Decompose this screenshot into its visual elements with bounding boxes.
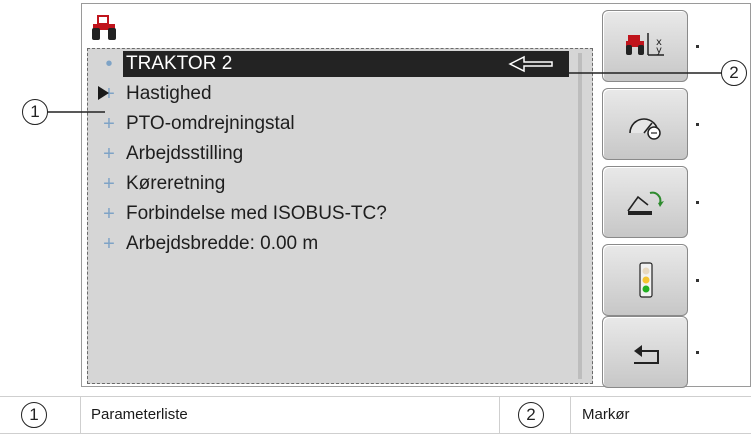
parameter-list: • TRAKTOR 2 + Hastighed + PTO-omdrejning… xyxy=(88,49,592,259)
list-item-arbejdsstilling[interactable]: + Arbejdsstilling xyxy=(88,139,592,169)
list-item-label: Køreretning xyxy=(126,173,226,194)
back-button[interactable] xyxy=(602,316,688,388)
legend-number: 2 xyxy=(518,402,544,428)
list-bullet: + xyxy=(103,143,115,165)
pto-icon xyxy=(627,191,664,215)
speedometer-icon xyxy=(629,118,661,140)
list-item-label: Hastighed xyxy=(126,83,212,104)
callout-1-line xyxy=(47,111,105,113)
legend-text: Markør xyxy=(582,406,630,423)
tractor-icon xyxy=(92,15,116,40)
legend-table: 1 Parameterliste 2 Markør xyxy=(0,396,751,434)
legend-number: 1 xyxy=(21,402,47,428)
traffic-light-button[interactable] xyxy=(602,244,688,316)
traffic-light-icon xyxy=(639,262,653,298)
svg-text:y: y xyxy=(656,45,662,56)
list-item-arbejdsbredde[interactable]: + Arbejdsbredde: 0.00 m xyxy=(88,229,592,259)
list-bullet: • xyxy=(105,53,113,75)
list-item-label: Arbejdsbredde: 0.00 m xyxy=(126,233,319,254)
list-bullet: + xyxy=(103,203,115,225)
list-bullet: + xyxy=(103,233,115,255)
list-item-hastighed[interactable]: + Hastighed xyxy=(88,79,592,109)
list-item-koereretning[interactable]: + Køreretning xyxy=(88,169,592,199)
terminal-screen: • TRAKTOR 2 + Hastighed + PTO-omdrejning… xyxy=(81,3,751,388)
legend-text: Parameterliste xyxy=(91,406,188,423)
cursor-arrow-icon xyxy=(508,55,553,73)
list-item-label: Arbejdsstilling xyxy=(126,143,244,164)
callout-2-line xyxy=(568,72,726,74)
list-item-label: Forbindelse med ISOBUS-TC? xyxy=(126,203,387,224)
list-item-label: PTO-omdrejningstal xyxy=(126,113,295,134)
callout-1: 1 xyxy=(22,99,48,125)
scrollbar[interactable] xyxy=(578,53,582,379)
speedometer-button[interactable] xyxy=(602,88,688,160)
tractor-xy-icon: x y xyxy=(626,33,664,56)
list-item-traktor[interactable]: • TRAKTOR 2 xyxy=(88,49,592,79)
back-icon xyxy=(634,345,659,364)
top-bar xyxy=(82,4,595,48)
parameter-list-panel: • TRAKTOR 2 + Hastighed + PTO-omdrejning… xyxy=(87,48,593,384)
list-item-isobus[interactable]: + Forbindelse med ISOBUS-TC? xyxy=(88,199,592,229)
list-bullet: + xyxy=(103,173,115,195)
callout-2: 2 xyxy=(721,60,747,86)
list-item-label: TRAKTOR 2 xyxy=(126,53,233,74)
pto-button[interactable] xyxy=(602,166,688,238)
list-pointer-icon xyxy=(98,86,109,100)
list-item-pto[interactable]: + PTO-omdrejningstal xyxy=(88,109,592,139)
